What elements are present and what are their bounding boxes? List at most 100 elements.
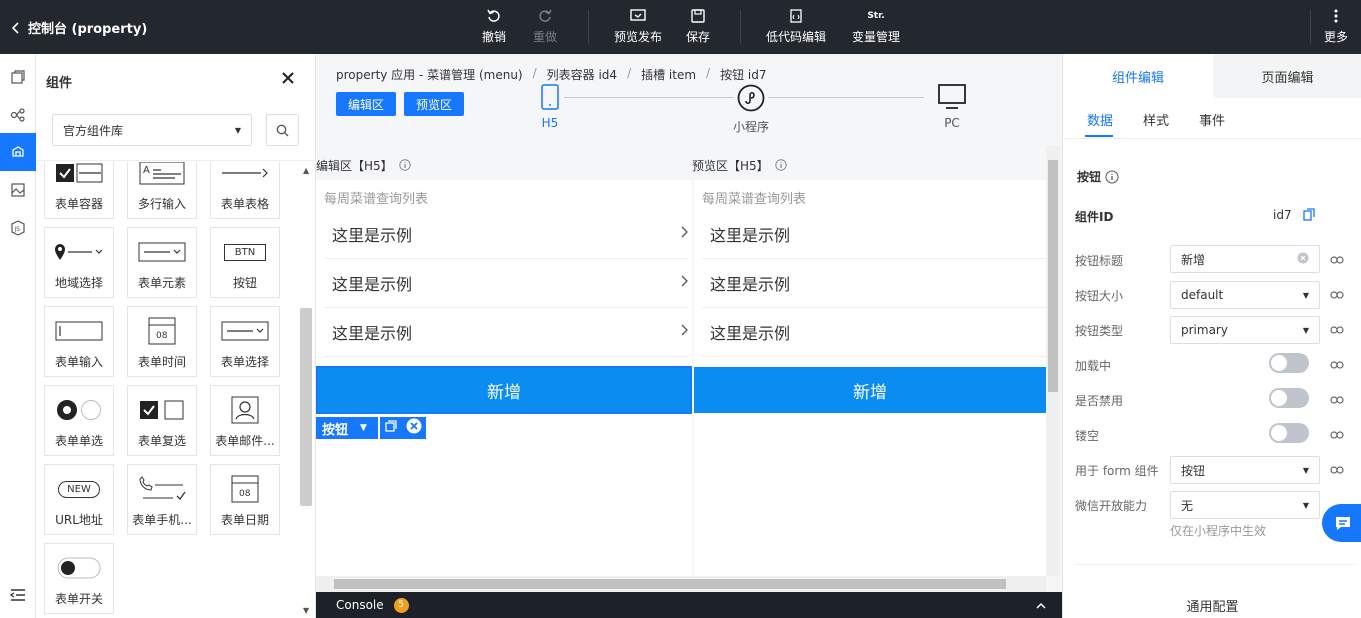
- canvas-vscroll-thumb[interactable]: [1048, 160, 1058, 392]
- component-tile-form-input[interactable]: 表单输入: [44, 306, 114, 377]
- chat-button[interactable]: [1322, 504, 1361, 542]
- svg-text:A: A: [143, 165, 150, 176]
- component-tile-form-table[interactable]: 表单表格: [210, 162, 280, 219]
- tab-component-edit[interactable]: 组件编辑: [1063, 54, 1213, 98]
- device-pc[interactable]: PC: [934, 84, 970, 130]
- link-icon[interactable]: [1329, 322, 1345, 338]
- component-tile-form-select[interactable]: 表单选择: [210, 306, 280, 377]
- close-panel-button[interactable]: [282, 68, 294, 89]
- component-tile-url[interactable]: NEW URL地址: [44, 464, 114, 535]
- input-field-icon: [55, 317, 103, 345]
- button-type-select[interactable]: primary ▼: [1170, 316, 1320, 344]
- device-miniprogram[interactable]: 小程序: [726, 84, 776, 135]
- component-tile-textarea[interactable]: A 多行输入: [127, 162, 197, 219]
- pages-nav[interactable]: [0, 58, 36, 96]
- pages-icon: [11, 70, 25, 84]
- panel-scroll-thumb[interactable]: [300, 308, 312, 506]
- list-item[interactable]: 这里是示例: [324, 210, 688, 259]
- selection-outline: [316, 366, 692, 414]
- component-tile-form-container[interactable]: 表单容器: [44, 162, 114, 219]
- component-tile-form-radio[interactable]: 表单单选: [44, 385, 114, 456]
- components-nav[interactable]: [0, 133, 36, 171]
- component-tile-form-switch[interactable]: 表单开关: [44, 543, 114, 614]
- link-icon[interactable]: [1329, 427, 1345, 443]
- hollow-label: 镂空: [1075, 429, 1100, 443]
- link-icon[interactable]: [1329, 287, 1345, 303]
- edit-canvas[interactable]: 每周菜谱查询列表 这里是示例 这里是示例 这里是示例 新增 按钮 ▼: [316, 180, 692, 576]
- form-usage-select[interactable]: 按钮 ▼: [1170, 456, 1320, 484]
- info-icon[interactable]: [1105, 170, 1119, 184]
- copy-icon[interactable]: [384, 420, 397, 436]
- subtab-style[interactable]: 样式: [1143, 110, 1169, 129]
- media-nav[interactable]: [0, 171, 36, 209]
- component-tile-form-phone[interactable]: 表单手机...: [127, 464, 197, 535]
- more-vertical-icon: [1334, 8, 1338, 24]
- info-icon[interactable]: [398, 159, 411, 171]
- undo-button[interactable]: 撤销: [482, 8, 506, 45]
- link-icon[interactable]: [1329, 392, 1345, 408]
- loading-toggle[interactable]: [1269, 353, 1309, 373]
- clear-icon[interactable]: [1297, 252, 1309, 267]
- copy-icon[interactable]: [1303, 208, 1315, 224]
- button-title-input[interactable]: 新增: [1170, 245, 1320, 273]
- new-badge-icon: NEW: [58, 475, 100, 503]
- breadcrumb-item[interactable]: property 应用 - 菜谱管理 (menu): [336, 66, 523, 83]
- more-button[interactable]: 更多: [1324, 8, 1348, 45]
- breadcrumb-item[interactable]: 按钮 id7: [720, 66, 766, 83]
- selected-component-tag[interactable]: 按钮 ▼: [316, 417, 378, 439]
- subtab-data[interactable]: 数据: [1087, 110, 1113, 129]
- canvas-hscroll-thumb[interactable]: [334, 579, 1006, 589]
- preview-publish-button[interactable]: 预览发布: [614, 8, 662, 45]
- preview-area-button[interactable]: 预览区: [404, 92, 464, 116]
- code-file-icon: [790, 8, 802, 24]
- breadcrumb-item[interactable]: 插槽 item: [641, 66, 696, 83]
- chevron-right-icon: [681, 226, 688, 242]
- device-h5[interactable]: H5: [532, 84, 568, 130]
- back-button[interactable]: 控制台 (property): [12, 18, 147, 37]
- library-select[interactable]: 官方组件库 ▼: [52, 114, 252, 146]
- link-icon[interactable]: [1329, 462, 1345, 478]
- button-size-select[interactable]: default ▼: [1170, 281, 1320, 309]
- add-button-preview[interactable]: 新增: [694, 367, 1046, 413]
- info-icon[interactable]: [774, 159, 787, 171]
- hollow-toggle[interactable]: [1269, 423, 1309, 443]
- component-id-value: id7: [1273, 208, 1292, 222]
- list-item[interactable]: 这里是示例: [324, 259, 688, 308]
- component-tile-form-email[interactable]: 表单邮件...: [210, 385, 280, 456]
- code-nav[interactable]: JS: [0, 209, 36, 247]
- breadcrumb-item[interactable]: 列表容器 id4: [547, 66, 617, 83]
- redo-button[interactable]: 重做: [533, 8, 557, 45]
- wechat-capability-select[interactable]: 无 ▼: [1170, 491, 1320, 519]
- list-item: 这里是示例: [702, 308, 1046, 357]
- variable-manage-button[interactable]: Str. 变量管理: [852, 8, 900, 45]
- component-tile-form-element[interactable]: 表单元素: [127, 227, 197, 298]
- lowcode-edit-button[interactable]: 低代码编辑: [766, 8, 826, 45]
- component-tile-button[interactable]: BTN 按钮: [210, 227, 280, 298]
- edit-area-button[interactable]: 编辑区: [336, 92, 396, 116]
- variable-icon: Str.: [867, 11, 885, 21]
- delete-icon[interactable]: [406, 418, 422, 438]
- collapse-panel-button[interactable]: [0, 576, 36, 614]
- console-bar[interactable]: Console 5: [316, 592, 1062, 618]
- save-button[interactable]: 保存: [686, 8, 710, 45]
- link-icon[interactable]: [1329, 252, 1345, 268]
- component-tile-form-checkbox[interactable]: 表单复选: [127, 385, 197, 456]
- editor-center: property 应用 - 菜谱管理 (menu) / 列表容器 id4 / 插…: [316, 54, 1062, 618]
- general-config-title[interactable]: 通用配置: [1063, 596, 1361, 615]
- link-icon[interactable]: [1329, 357, 1345, 373]
- tab-page-edit[interactable]: 页面编辑: [1213, 54, 1361, 98]
- canvas-horizontal-scrollbar[interactable]: [316, 576, 1046, 592]
- disabled-toggle[interactable]: [1269, 388, 1309, 408]
- subtab-events[interactable]: 事件: [1199, 110, 1225, 129]
- component-tile-form-date[interactable]: 08 表单日期: [210, 464, 280, 535]
- canvas-vertical-scrollbar[interactable]: [1046, 146, 1060, 576]
- component-tile-region-select[interactable]: 地域选择: [44, 227, 114, 298]
- calendar-time-icon: 08: [148, 317, 176, 345]
- chevron-up-icon[interactable]: [1036, 598, 1046, 612]
- list-title: 每周菜谱查询列表: [324, 192, 429, 207]
- breadcrumb: property 应用 - 菜谱管理 (menu) / 列表容器 id4 / 插…: [336, 66, 767, 83]
- structure-nav[interactable]: [0, 96, 36, 134]
- component-tile-form-time[interactable]: 08 表单时间: [127, 306, 197, 377]
- search-button[interactable]: [266, 114, 299, 146]
- list-item[interactable]: 这里是示例: [324, 308, 688, 357]
